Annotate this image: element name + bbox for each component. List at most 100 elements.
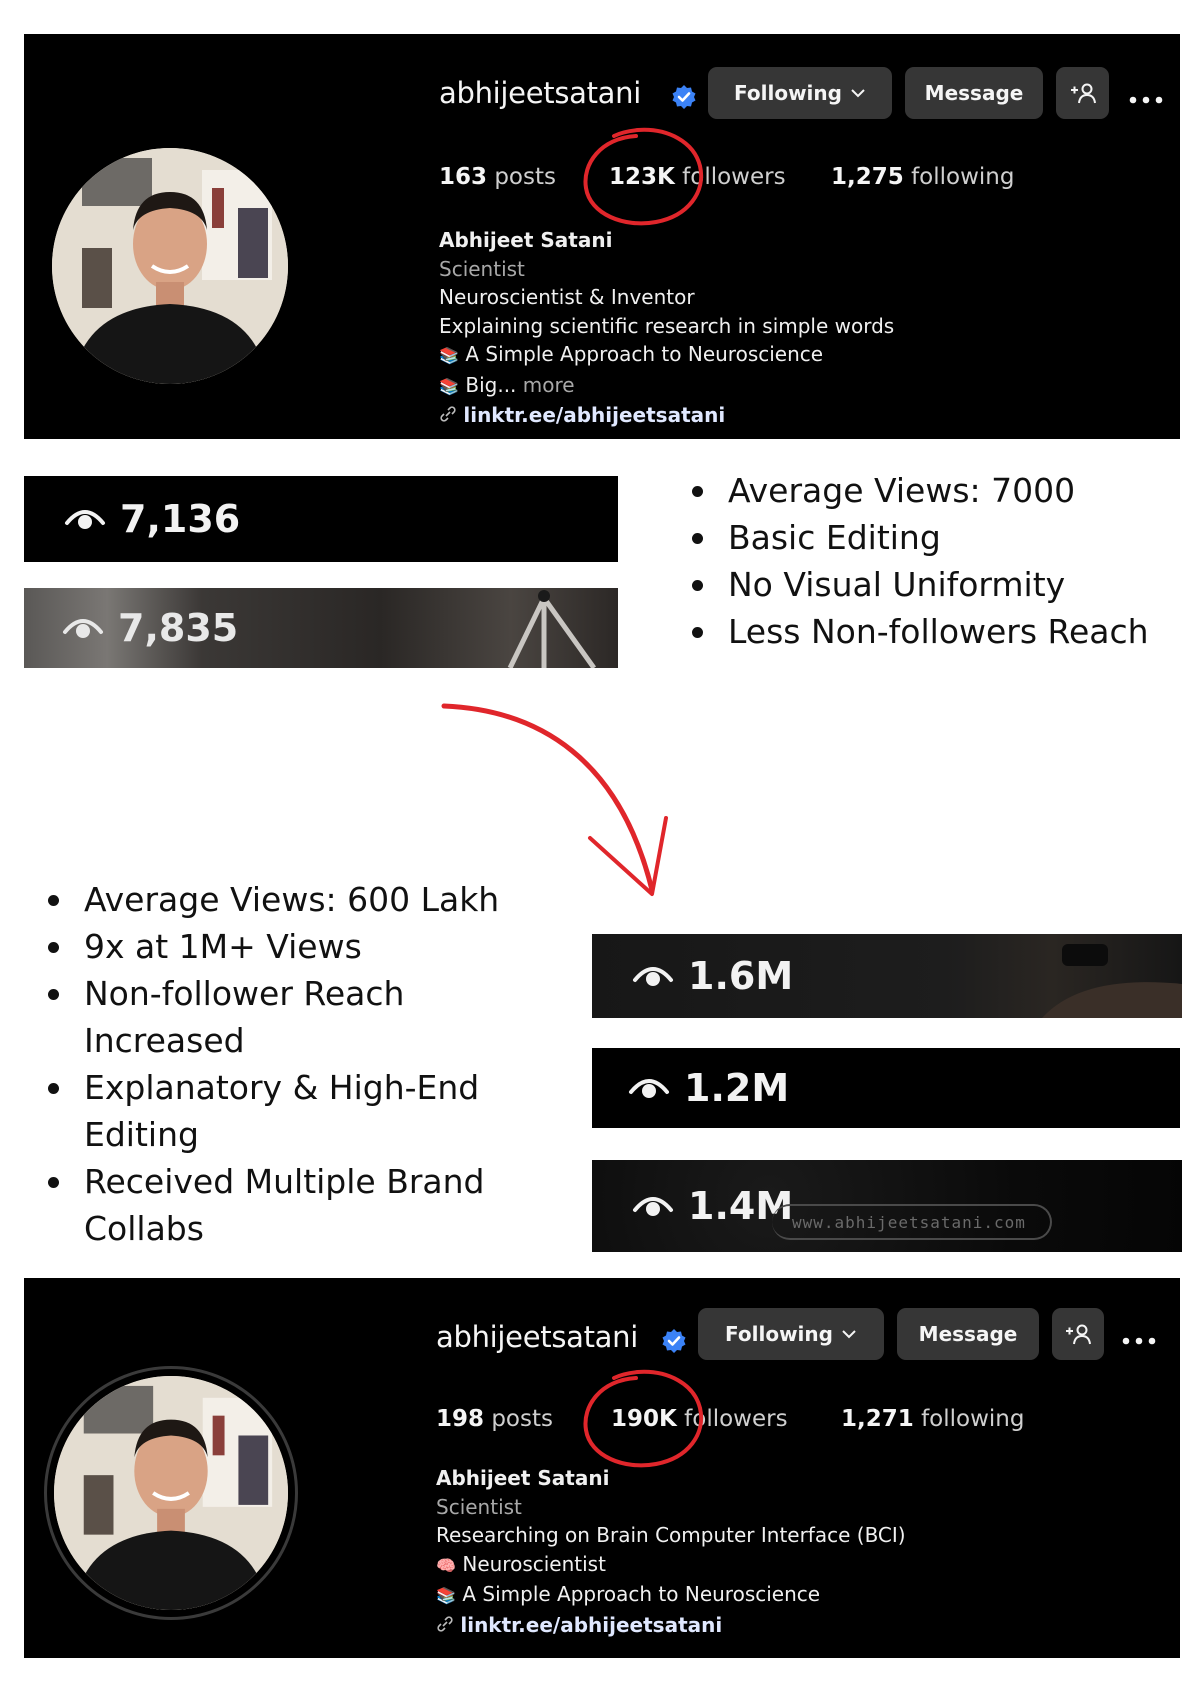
profile-link[interactable]: linktr.ee/abhijeetsatani <box>436 1611 906 1640</box>
after-highlights-list: Average Views: 600 Lakh 9x at 1M+ Views … <box>48 876 568 1252</box>
profile-bio: Abhijeet Satani Scientist Researching on… <box>436 1464 906 1639</box>
followers-count[interactable]: 123K followers <box>609 164 786 190</box>
profile-header-before: abhijeetsatani Following Message 163 pos… <box>24 34 1180 439</box>
chevron-down-icon <box>851 89 865 98</box>
profile-link-text: linktr.ee/abhijeetsatani <box>460 1612 723 1637</box>
posts-count-label: posts <box>494 164 556 190</box>
eye-icon <box>63 619 103 638</box>
profile-photo <box>52 148 288 384</box>
highlight-item: Received Multiple Brand Collabs <box>48 1158 568 1252</box>
books-icon: 📚 <box>439 346 459 365</box>
add-person-icon <box>1066 1324 1091 1345</box>
highlight-item: Explanatory & High-End Editing <box>48 1064 568 1158</box>
profile-photo <box>54 1376 288 1610</box>
suggest-people-button[interactable] <box>1052 1308 1104 1360</box>
brain-icon: 🧠 <box>436 1555 456 1575</box>
bio-line: Neuroscientist <box>462 1551 606 1576</box>
highlight-item: Non-follower Reach Increased <box>48 970 568 1064</box>
followers-count-value: 190K <box>611 1406 677 1432</box>
message-button-label: Message <box>924 81 1024 105</box>
suggest-people-button[interactable] <box>1056 67 1109 119</box>
followers-count[interactable]: 190K followers <box>611 1406 788 1432</box>
more-dots-icon <box>1129 96 1163 104</box>
bio-line-books: 📚 A Simple Approach to Neuroscience <box>439 340 894 371</box>
eye-icon <box>633 967 673 986</box>
bio-line-books: 📚 A Simple Approach to Neuroscience <box>436 1580 906 1611</box>
bio-line: A Simple Approach to Neuroscience <box>462 1582 821 1606</box>
website-watermark: www.abhijeetsatani.com <box>772 1204 1052 1240</box>
bio-line: Researching on Brain Computer Interface … <box>436 1523 906 1547</box>
eye-icon <box>65 510 105 529</box>
following-count[interactable]: 1,275 following <box>831 164 1014 190</box>
following-button[interactable]: Following <box>708 67 892 119</box>
link-icon <box>437 1615 453 1632</box>
posts-count: 198 posts <box>436 1406 553 1432</box>
highlight-item: Basic Editing <box>692 514 1172 561</box>
chevron-down-icon <box>842 1330 856 1339</box>
highlight-item: Average Views: 600 Lakh <box>48 876 568 923</box>
followers-count-label: followers <box>684 1406 788 1432</box>
posts-count-value: 198 <box>436 1406 485 1432</box>
posts-count: 163 posts <box>439 164 556 190</box>
profile-link-text: linktr.ee/abhijeetsatani <box>463 403 726 427</box>
message-button-label: Message <box>918 1322 1018 1346</box>
profile-link[interactable]: linktr.ee/abhijeetsatani <box>439 401 894 430</box>
profile-category: Scientist <box>436 1494 522 1519</box>
following-count-label: following <box>911 164 1015 190</box>
reel-view-count: 7,136 <box>120 497 241 541</box>
highlight-item: Less Non-followers Reach <box>692 608 1172 655</box>
more-dots-icon <box>1122 1337 1156 1345</box>
reel-views-strip: 7,136 <box>24 476 618 562</box>
link-icon <box>440 406 456 422</box>
display-name: Abhijeet Satani <box>439 228 613 252</box>
verified-badge-icon <box>662 1329 686 1353</box>
reel-view-count: 1.6M <box>688 954 794 998</box>
reel-view-count: 7,835 <box>118 606 239 650</box>
books-icon: 📚 <box>439 376 459 396</box>
following-button-label: Following <box>734 81 842 105</box>
bio-line: Explaining scientific research in simple… <box>439 313 895 338</box>
bio-more-link[interactable]: more <box>523 373 575 397</box>
books-icon: 📚 <box>436 1586 456 1605</box>
bio-line-brain: 🧠 Neuroscientist <box>436 1550 906 1581</box>
username: abhijeetsatani <box>439 76 641 110</box>
reel-views-strip: 1.6M <box>592 934 1182 1018</box>
following-button-label: Following <box>725 1322 833 1346</box>
highlight-item: No Visual Uniformity <box>692 561 1172 608</box>
display-name: Abhijeet Satani <box>436 1466 610 1490</box>
profile-bio: Abhijeet Satani Scientist Neuroscientist… <box>439 226 894 430</box>
highlight-item: 9x at 1M+ Views <box>48 923 568 970</box>
bio-line: Big... <box>465 372 517 397</box>
add-person-icon <box>1070 83 1096 104</box>
profile-category: Scientist <box>439 256 525 281</box>
highlight-item: Average Views: 7000 <box>692 467 1172 514</box>
tripod-decoration <box>507 590 597 668</box>
profile-header-after: abhijeetsatani Following Message 198 pos… <box>24 1278 1180 1658</box>
profile-avatar[interactable] <box>54 1376 288 1610</box>
followers-count-label: followers <box>682 164 786 190</box>
verified-badge-icon <box>672 85 696 109</box>
bio-line-books: 📚 Big... more <box>439 371 894 402</box>
more-options-button[interactable] <box>1117 1315 1161 1367</box>
followers-count-value: 123K <box>609 164 675 190</box>
bio-line: A Simple Approach to Neuroscience <box>465 342 824 366</box>
following-count-label: following <box>921 1406 1025 1432</box>
message-button[interactable]: Message <box>897 1308 1039 1360</box>
posts-count-value: 163 <box>439 164 488 190</box>
reel-views-strip: 1.4M www.abhijeetsatani.com <box>592 1160 1182 1252</box>
profile-avatar[interactable] <box>52 148 288 384</box>
hand-watch-decoration <box>1042 944 1182 1018</box>
reel-views-strip: 1.2M <box>592 1048 1180 1128</box>
following-button[interactable]: Following <box>698 1308 884 1360</box>
reel-view-count: 1.2M <box>684 1066 790 1110</box>
following-count-value: 1,275 <box>831 164 904 190</box>
eye-icon <box>629 1079 669 1098</box>
following-count[interactable]: 1,271 following <box>841 1406 1024 1432</box>
posts-count-label: posts <box>491 1406 553 1432</box>
message-button[interactable]: Message <box>905 67 1043 119</box>
more-options-button[interactable] <box>1124 74 1168 126</box>
before-highlights-list: Average Views: 7000 Basic Editing No Vis… <box>692 467 1172 655</box>
bio-line: Neuroscientist & Inventor <box>439 285 695 309</box>
eye-icon <box>633 1197 673 1216</box>
username: abhijeetsatani <box>436 1320 638 1354</box>
